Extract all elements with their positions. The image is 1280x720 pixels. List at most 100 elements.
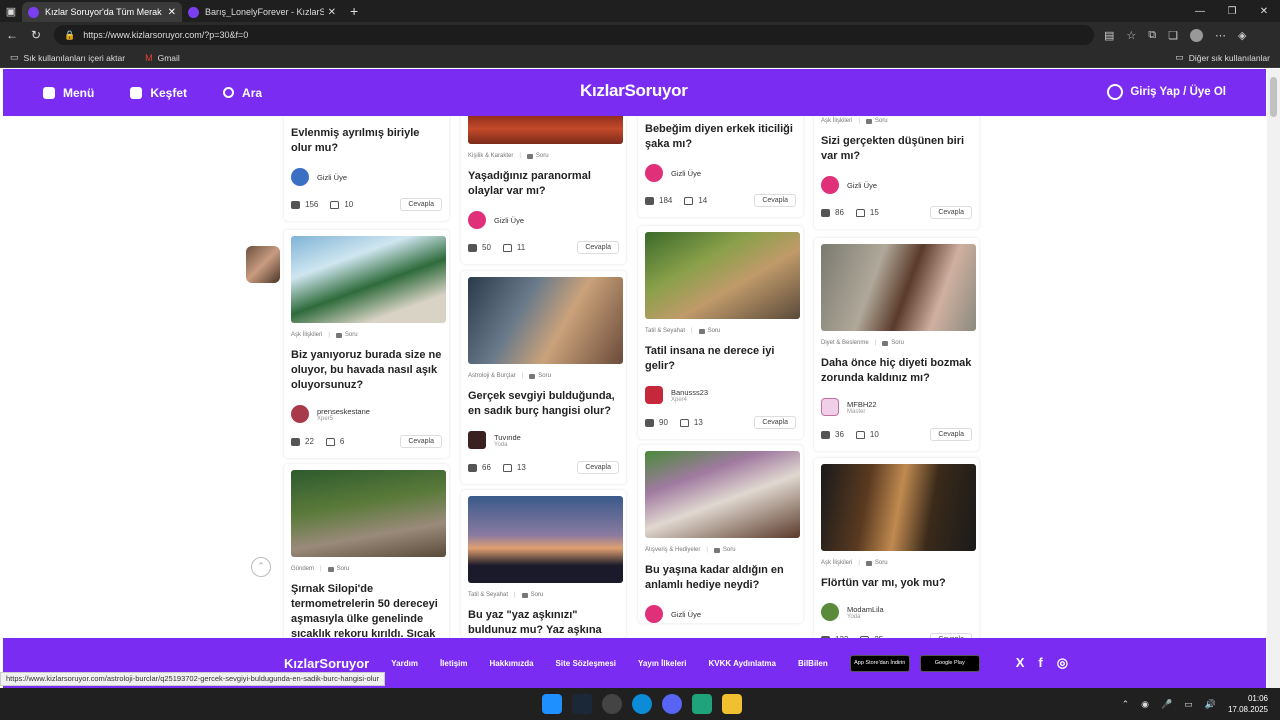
category-label[interactable]: Aşk İlişkileri [821,560,852,566]
footer-link-help[interactable]: Yardım [391,659,418,668]
url-field[interactable]: 🔒 https://www.kizlarsoruyor.com/?p=30&f=… [54,25,1094,45]
instagram-icon[interactable]: ◎ [1057,655,1068,671]
card-title[interactable]: Bu yaşına kadar aldığın en anlamlı hediy… [645,563,796,593]
login-button[interactable]: Giriş Yap / Üye Ol [1107,84,1226,100]
like-icon[interactable] [855,208,865,217]
category-label[interactable]: Gündem [291,566,314,572]
footer-logo[interactable]: KızlarSoruyor [284,656,369,671]
new-tab-button[interactable]: + [342,3,366,19]
footer-link-policy[interactable]: Yayın İlkeleri [638,659,686,668]
favorite-star-icon[interactable]: ☆ [1126,29,1136,42]
copilot-icon[interactable]: ◈ [1238,29,1246,42]
file-explorer-icon[interactable] [722,694,742,714]
card-title[interactable]: Bu yaz "yaz aşkınızı" buldunuz mu? Yaz a… [468,608,619,638]
card-title[interactable]: Tatil insana ne derece iyi gelir? [645,344,796,374]
side-avatar-image[interactable] [246,246,280,283]
card-title[interactable]: Daha önce hiç diyeti bozmak zorunda kald… [821,356,972,386]
card-title[interactable]: Gerçek sevgiyi bulduğunda, en sadık burç… [468,389,619,419]
vpn-icon[interactable] [692,694,712,714]
reply-button[interactable]: Cevapla [930,206,972,219]
question-image[interactable] [645,451,800,538]
question-image[interactable] [468,116,623,144]
lock-icon[interactable]: 🔒 [64,30,75,41]
bookmark-import[interactable]: ▭ Sık kullanılanları içeri aktar [10,52,125,63]
category-label[interactable]: Astroloji & Burçlar [468,373,516,379]
author-name[interactable]: Banusss23 [671,388,708,397]
question-image[interactable] [821,244,976,331]
volume-icon[interactable]: 🔊 [1205,699,1216,710]
explore-button[interactable]: Keşfet [130,86,187,100]
like-icon[interactable] [502,243,512,252]
steam-icon[interactable] [572,694,592,714]
more-icon[interactable]: ⋯ [1215,29,1226,42]
question-image[interactable] [468,277,623,364]
maximize-button[interactable]: ❐ [1216,6,1248,17]
question-card[interactable]: Aşk İlişkileri | Soru Flörtün var mı, yok … [814,458,979,638]
author-name[interactable]: Tuvınde [494,433,521,442]
card-title[interactable]: Yaşadığınız paranormal olaylar var mı? [468,169,619,199]
minimize-button[interactable]: — [1184,6,1216,17]
author-name[interactable]: Gizli Üye [671,169,701,178]
steam-tray-icon[interactable]: ◉ [1141,699,1149,710]
page-scrollbar[interactable] [1267,69,1280,689]
display-icon[interactable]: ▭ [1184,699,1193,710]
question-image[interactable] [645,232,800,319]
bookmark-other[interactable]: ▭ Diğer sık kullanılanlar [1175,52,1270,63]
author-name[interactable]: Gizli Üye [494,216,524,225]
refresh-icon[interactable]: ↻ [24,28,48,42]
reply-button[interactable]: Cevapla [754,416,796,429]
card-title[interactable]: Flörtün var mı, yok mu? [821,576,972,591]
like-icon[interactable] [325,437,335,446]
question-card[interactable]: Evlenmiş ayrılmış biriyle olur mu? Gizli… [284,116,449,221]
question-image[interactable] [821,464,976,551]
question-card[interactable]: Tatil & Seyahat | Soru Tatil insana ne der… [638,226,803,439]
window-close-button[interactable]: ✕ [1248,6,1280,17]
category-label[interactable]: Aşk İlişkileri [821,118,852,124]
reply-button[interactable]: Cevapla [577,241,619,254]
microphone-icon[interactable]: 🎤 [1161,699,1172,710]
question-image[interactable] [291,236,446,323]
category-label[interactable]: Tatil & Seyahat [468,592,508,598]
footer-link-terms[interactable]: Site Sözleşmesi [556,659,616,668]
x-icon[interactable]: X [1016,655,1025,671]
footer-link-contact[interactable]: İletişim [440,659,468,668]
author-name[interactable]: MFBH22 [847,400,877,409]
question-card[interactable]: Astroloji & Burçlar | Soru Gerçek sevgiyi … [461,271,626,484]
question-card[interactable]: Kişilik & Karakter | Soru Yaşadığınız para… [461,116,626,264]
card-title[interactable]: Sizi gerçekten düşünen biri var mı? [821,134,972,164]
question-image[interactable] [291,470,446,557]
profile-avatar[interactable] [1190,28,1204,42]
card-title[interactable]: Şırnak Silopi'de termometrelerin 50 dere… [291,582,442,638]
question-card[interactable]: Diyet & Beslenme | Soru Daha önce hiç diye… [814,238,979,451]
category-label[interactable]: Diyet & Beslenme [821,340,869,346]
windows-start-icon[interactable] [542,694,562,714]
card-title[interactable]: Bebeğim diyen erkek iticiliği şaka mı? [645,122,796,152]
reader-icon[interactable]: ▤ [1104,29,1114,42]
category-label[interactable]: Kişilik & Karakter [468,153,513,159]
question-card[interactable]: Aşk İlişkileri | Soru Biz yanıyoruz burada… [284,230,449,458]
tab-profile[interactable]: Barış_LonelyForever - KızlarSoruyo ✕ [182,2,342,22]
footer-link-bilbilen[interactable]: BilBilen [798,659,828,668]
close-icon[interactable]: ✕ [328,7,336,18]
category-label[interactable]: Tatil & Seyahat [645,328,685,334]
like-icon[interactable] [502,463,512,472]
card-title[interactable]: Biz yanıyoruz burada size ne oluyor, bu … [291,348,442,393]
reply-button[interactable]: Cevapla [930,428,972,441]
question-card[interactable]: Alışveriş & Hediyeler | Soru Bu yaşına kad… [638,445,803,623]
google-play-button[interactable]: Google Play [919,654,980,672]
edge-icon[interactable] [632,694,652,714]
question-card[interactable]: Aşk İlişkileri | Soru Sizi gerçekten düşün… [814,116,979,229]
close-icon[interactable]: ✕ [168,7,176,18]
reply-button[interactable]: Cevapla [400,198,442,211]
search-button[interactable]: Ara [223,86,262,100]
category-label[interactable]: Aşk İlişkileri [291,332,322,338]
reply-button[interactable]: Cevapla [400,435,442,448]
reply-button[interactable]: Cevapla [754,194,796,207]
author-name[interactable]: ModamLila [847,605,884,614]
card-title[interactable]: Evlenmiş ayrılmış biriyle olur mu? [291,126,442,156]
facebook-icon[interactable]: f [1038,655,1042,671]
footer-link-about[interactable]: Hakkımızda [490,659,534,668]
chrome-icon[interactable] [602,694,622,714]
site-logo[interactable]: KızlarSoruyor [580,81,688,101]
footer-link-kvkk[interactable]: KVKK Aydınlatma [709,659,776,668]
